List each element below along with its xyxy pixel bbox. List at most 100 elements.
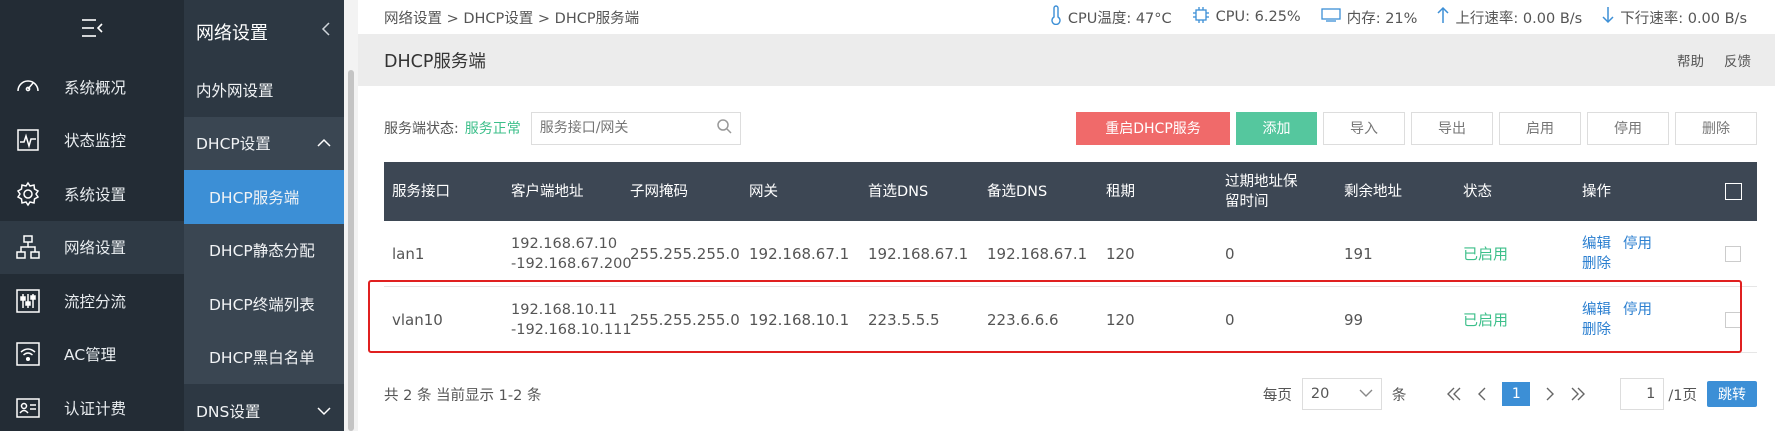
- sidebar-item-dhcp-clients[interactable]: DHCP终端列表: [184, 277, 344, 331]
- total-pages: /1页: [1668, 387, 1697, 404]
- nav-item-system-settings[interactable]: 系统设置: [0, 167, 184, 221]
- delete-button[interactable]: 删除: [1675, 111, 1757, 145]
- download-stat: 下行速率: 0.00 B/s: [1602, 6, 1747, 28]
- enable-button[interactable]: 启用: [1499, 111, 1581, 145]
- address-end: -192.168.67.200: [511, 255, 632, 272]
- cpu-temp-stat: CPU温度: 47°C: [1050, 5, 1172, 29]
- table-row: vlan10 192.168.10.11 -192.168.10.111 255.…: [384, 287, 1757, 353]
- column-header: 首选DNS: [868, 183, 929, 200]
- status-badge: 已启用: [1463, 244, 1509, 263]
- cell-retain-time: 0: [1225, 244, 1235, 263]
- cpu-usage-stat: CPU: 6.25%: [1192, 6, 1301, 28]
- column-header: 备选DNS: [987, 183, 1048, 200]
- sidebar-item-label: DHCP设置: [196, 135, 271, 154]
- nav-item-ac-management[interactable]: AC管理: [0, 328, 184, 382]
- disable-button[interactable]: 停用: [1587, 111, 1669, 145]
- cell-retain-time: 0: [1225, 310, 1235, 329]
- sidebar-item-lan-wan[interactable]: 内外网设置: [184, 63, 344, 117]
- row-checkbox[interactable]: [1725, 245, 1741, 262]
- nav-item-overview[interactable]: 系统概况: [0, 60, 184, 114]
- import-button[interactable]: 导入: [1323, 111, 1405, 145]
- restart-dhcp-button[interactable]: 重启DHCP服务: [1076, 111, 1230, 145]
- jump-button[interactable]: 跳转: [1707, 381, 1757, 407]
- sidebar-item-label: DHCP黑白名单: [209, 349, 315, 368]
- last-page-icon[interactable]: [1564, 387, 1592, 401]
- nav-item-auth-billing[interactable]: 认证计费: [0, 381, 184, 431]
- row-checkbox[interactable]: [1725, 311, 1741, 328]
- nav-item-network-settings[interactable]: 网络设置: [0, 220, 184, 274]
- chevron-up-icon: [316, 134, 332, 152]
- column-header: 过期地址保留时间: [1225, 173, 1298, 210]
- cell-remaining: 99: [1344, 310, 1364, 329]
- table-row: lan1 192.168.67.10 -192.168.67.200 255.25…: [384, 221, 1757, 287]
- per-page-label: 每页: [1262, 387, 1292, 404]
- sidebar-item-dhcp-static[interactable]: DHCP静态分配: [184, 223, 344, 277]
- export-button[interactable]: 导出: [1411, 111, 1493, 145]
- nav-item-flow-control[interactable]: 流控分流: [0, 274, 184, 328]
- prev-page-icon[interactable]: [1468, 387, 1496, 401]
- pagination: 共 2 条 当前显示 1-2 条 每页 20 条 1 1 /1页 跳转: [384, 377, 1757, 411]
- delete-link[interactable]: 删除: [1582, 320, 1611, 340]
- page-number-input[interactable]: 1: [1620, 378, 1665, 410]
- column-header: 租期: [1106, 183, 1135, 200]
- secondary-sidebar-header: 网络设置: [184, 0, 344, 63]
- search-icon[interactable]: [716, 118, 732, 138]
- cell-gateway: 192.168.67.1: [749, 244, 850, 263]
- current-page-button[interactable]: 1: [1502, 382, 1531, 406]
- sidebar-group-dhcp[interactable]: DHCP设置: [184, 116, 344, 170]
- edit-link[interactable]: 编辑: [1582, 234, 1611, 254]
- upload-stat: 上行速率: 0.00 B/s: [1437, 6, 1582, 28]
- search-input[interactable]: [539, 120, 710, 136]
- cell-lease: 120: [1106, 310, 1135, 329]
- nav-item-label: 流控分流: [64, 292, 127, 311]
- disable-link[interactable]: 停用: [1623, 234, 1652, 254]
- sidebar-scrollbar-thumb[interactable]: [348, 70, 354, 431]
- page-title: DHCP服务端: [384, 51, 486, 72]
- sidebar-item-dhcp-server[interactable]: DHCP服务端: [184, 170, 344, 224]
- thermometer-icon: [1050, 5, 1062, 29]
- page-number-value: 1: [1646, 386, 1656, 402]
- edit-link[interactable]: 编辑: [1582, 300, 1611, 320]
- sliders-icon: [14, 287, 42, 315]
- cell-lease: 120: [1106, 244, 1135, 263]
- cell-secondary-dns: 223.6.6.6: [987, 310, 1059, 329]
- collapse-chevron-left-icon[interactable]: [320, 21, 332, 42]
- sidebar-item-label: DHCP服务端: [209, 188, 300, 207]
- nav-item-label: 认证计费: [64, 399, 127, 418]
- status-bar: 网络设置 > DHCP设置 > DHCP服务端 CPU温度: 47°C CPU:…: [358, 0, 1775, 34]
- chevron-down-icon: [1359, 386, 1373, 402]
- gear-icon: [14, 180, 42, 208]
- cpu-usage-value: CPU: 6.25%: [1215, 9, 1301, 25]
- feedback-link[interactable]: 反馈: [1724, 50, 1751, 70]
- cell-interface: vlan10: [392, 310, 443, 329]
- nav-item-monitor[interactable]: 状态监控: [0, 114, 184, 168]
- per-page-value: 20: [1310, 386, 1330, 402]
- sidebar-item-dhcp-blackwhite[interactable]: DHCP黑白名单: [184, 330, 344, 384]
- menu-collapse-icon: [78, 17, 106, 43]
- breadcrumb: 网络设置 > DHCP设置 > DHCP服务端: [384, 10, 640, 27]
- server-status-label: 服务端状态:: [384, 121, 459, 137]
- nav-item-label: 系统概况: [64, 78, 127, 97]
- disable-link[interactable]: 停用: [1623, 300, 1652, 320]
- download-value: 下行速率: 0.00 B/s: [1620, 10, 1747, 27]
- menu-toggle-button[interactable]: [0, 0, 184, 60]
- cell-primary-dns: 223.5.5.5: [868, 310, 940, 329]
- sidebar-item-label: DNS设置: [196, 402, 261, 421]
- system-stats: CPU温度: 47°C CPU: 6.25% 内存: 21% 上行速率: 0.0…: [1050, 5, 1747, 29]
- per-page-select[interactable]: 20: [1301, 378, 1382, 410]
- cell-remaining: 191: [1344, 244, 1373, 263]
- server-status-value: 服务正常: [464, 121, 521, 137]
- add-button[interactable]: 添加: [1236, 111, 1317, 145]
- sidebar-group-dns[interactable]: DNS设置: [184, 384, 344, 431]
- cell-gateway: 192.168.10.1: [749, 310, 850, 329]
- cell-primary-dns: 192.168.67.1: [868, 244, 969, 263]
- select-all-checkbox[interactable]: [1725, 183, 1742, 200]
- delete-link[interactable]: 删除: [1582, 254, 1611, 274]
- first-page-icon[interactable]: [1440, 387, 1468, 401]
- address-start: 192.168.10.11: [511, 301, 618, 318]
- next-page-icon[interactable]: [1536, 387, 1564, 401]
- per-page-unit: 条: [1391, 387, 1407, 404]
- help-link[interactable]: 帮助: [1677, 50, 1704, 70]
- toolbar: 服务端状态: 服务正常 重启DHCP服务 添加 导入 导出 启用 停用 删除: [384, 111, 1757, 145]
- arrow-up-icon: [1437, 6, 1449, 28]
